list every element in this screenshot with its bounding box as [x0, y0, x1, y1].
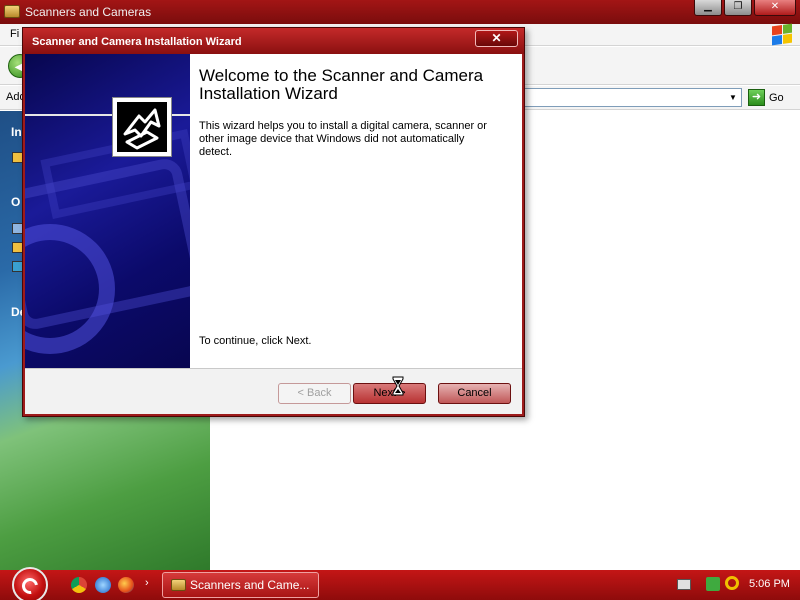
wizard-heading: Welcome to the Scanner and Camera Instal… — [199, 66, 484, 103]
window-controls: ▁ ❐ ✕ — [692, 0, 796, 16]
go-label: Go — [769, 91, 784, 104]
hourglass-cursor-icon — [392, 376, 404, 396]
keyboard-icon[interactable] — [677, 579, 691, 590]
cancel-button[interactable]: Cancel — [438, 383, 511, 404]
menu-file[interactable]: Fi — [10, 28, 19, 40]
taskbar: › Scanners and Came... 5:06 PM — [0, 567, 800, 600]
wizard-logo-icon — [112, 97, 172, 157]
start-logo-icon — [18, 574, 42, 598]
back-button[interactable]: < Back — [278, 383, 351, 404]
internet-explorer-icon[interactable] — [95, 577, 111, 593]
address-input[interactable]: ▼ — [520, 88, 742, 107]
scanner-arrow-icon — [123, 108, 161, 150]
next-button[interactable]: Next > — [353, 383, 426, 404]
scanner-folder-icon — [171, 579, 186, 591]
clock[interactable]: 5:06 PM — [749, 578, 790, 590]
taskbar-item-label: Scanners and Came... — [190, 578, 310, 592]
close-button[interactable]: ✕ — [754, 0, 796, 16]
wizard-continue-text: To continue, click Next. — [199, 335, 312, 347]
search-tray-icon[interactable] — [725, 576, 739, 590]
wizard-title: Scanner and Camera Installation Wizard — [32, 36, 242, 48]
maximize-button[interactable]: ❐ — [724, 0, 752, 16]
taskbar-item-scanners[interactable]: Scanners and Came... — [162, 572, 319, 598]
installation-wizard-dialog: Scanner and Camera Installation Wizard ✕… — [22, 27, 525, 417]
chrome-icon[interactable] — [71, 577, 87, 593]
go-arrow-icon: ➜ — [748, 89, 765, 106]
scanner-folder-icon — [4, 5, 20, 18]
wizard-titlebar: Scanner and Camera Installation Wizard ✕ — [23, 28, 524, 54]
chevron-down-icon[interactable]: ▼ — [726, 90, 740, 105]
task-pane-heading-2[interactable]: O — [11, 195, 20, 209]
explorer-title: Scanners and Cameras — [25, 5, 152, 19]
start-button[interactable] — [12, 567, 48, 600]
windows-logo-icon — [772, 23, 792, 46]
wizard-footer: < Back Next > Cancel — [25, 368, 522, 414]
network-tray-icon[interactable] — [706, 577, 720, 591]
minimize-button[interactable]: ▁ — [694, 0, 722, 16]
wizard-body: Welcome to the Scanner and Camera Instal… — [25, 54, 522, 368]
task-pane-heading-1[interactable]: In — [11, 125, 22, 139]
wizard-description: This wizard helps you to install a digit… — [199, 120, 487, 158]
firefox-icon[interactable] — [118, 577, 134, 593]
quick-launch-more-icon[interactable]: › — [145, 577, 149, 589]
wizard-close-button[interactable]: ✕ — [475, 30, 518, 47]
explorer-titlebar: Scanners and Cameras ▁ ❐ ✕ — [0, 0, 800, 24]
go-button[interactable]: ➜ Go — [748, 89, 784, 106]
